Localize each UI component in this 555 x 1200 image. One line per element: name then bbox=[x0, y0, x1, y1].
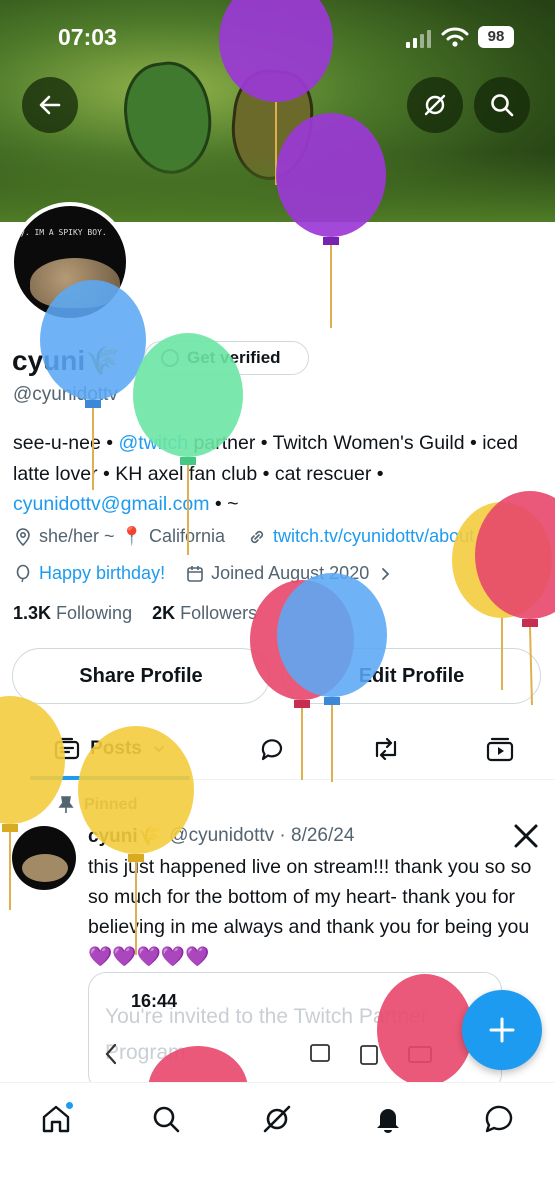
following-label: Following bbox=[56, 603, 133, 623]
compose-post-button[interactable] bbox=[462, 990, 542, 1070]
grok-button[interactable] bbox=[407, 77, 463, 133]
search-icon bbox=[153, 1106, 180, 1133]
repost-icon bbox=[375, 737, 397, 761]
reply-icon bbox=[261, 739, 283, 761]
name-row: cyuni🌾 bbox=[12, 340, 120, 380]
post-handle-date: @cyunidottv · 8/26/24 bbox=[169, 825, 355, 846]
wifi-icon bbox=[441, 27, 469, 47]
following-count: 1.3K bbox=[13, 603, 52, 623]
profile-tabs: Posts bbox=[0, 718, 555, 780]
link-icon bbox=[250, 530, 264, 543]
pinned-text: Pinned bbox=[84, 796, 138, 813]
battery-indicator: 98 bbox=[478, 26, 514, 48]
bio-text-1: see-u-nee • bbox=[13, 432, 119, 454]
avatar-caption: y. IM A SPIKY BOY. bbox=[20, 228, 107, 237]
location-pin-icon: 📍 bbox=[120, 526, 143, 546]
birthday-link[interactable]: Happy birthday! bbox=[39, 563, 165, 584]
bio-email-link[interactable]: cyunidottv@gmail.com bbox=[13, 493, 209, 515]
followers-count: 2K bbox=[152, 603, 176, 623]
edit-profile-button[interactable]: Edit Profile bbox=[282, 648, 541, 704]
post-media-embed[interactable]: You're invited to the Twitch Partner Pro… bbox=[88, 972, 502, 1092]
video-icon bbox=[486, 737, 514, 762]
status-bar: 07:03 98 bbox=[0, 20, 555, 54]
chevron-down-icon bbox=[153, 746, 164, 753]
joined-date: Joined August 2020 bbox=[211, 563, 370, 583]
tab-replies[interactable] bbox=[250, 718, 294, 780]
nav-messages[interactable] bbox=[479, 1099, 519, 1139]
embed-toolbar bbox=[105, 1043, 432, 1065]
search-button[interactable] bbox=[474, 77, 530, 133]
bell-icon bbox=[377, 1109, 399, 1133]
profile-bio: see-u-nee • @twitch partner • Twitch Wom… bbox=[13, 428, 543, 520]
location-text: California bbox=[148, 526, 226, 546]
arrow-left-icon bbox=[39, 95, 61, 115]
post-avatar[interactable] bbox=[12, 826, 76, 890]
hedgehog-thumbnail bbox=[22, 854, 68, 882]
message-icon bbox=[485, 1105, 513, 1133]
plus-icon bbox=[489, 1017, 515, 1043]
post-body: this just happened live on stream!!! tha… bbox=[88, 856, 532, 968]
nav-home[interactable] bbox=[36, 1099, 76, 1139]
embed-time: 16:44 bbox=[131, 991, 178, 1011]
hedgehog-image bbox=[30, 258, 120, 308]
pinned-label: Pinned bbox=[58, 796, 137, 814]
profile-meta-row: she/her ~ 📍 California twitch.tv/cyunido… bbox=[13, 526, 553, 547]
pin-icon bbox=[58, 796, 74, 813]
notification-dot bbox=[65, 1101, 74, 1110]
tab-videos[interactable] bbox=[478, 718, 522, 780]
followers-link[interactable]: 2K Followers bbox=[152, 603, 257, 623]
post-header: cyuni🌾 @cyunidottv · 8/26/24 bbox=[88, 824, 354, 848]
grok-icon bbox=[263, 1105, 291, 1133]
post-author-name[interactable]: cyuni🌾 bbox=[88, 824, 161, 848]
bio-text-3: • ~ bbox=[209, 493, 239, 515]
tab-reposts[interactable] bbox=[364, 718, 408, 780]
balloon-icon bbox=[16, 564, 30, 582]
bottom-tab-bar bbox=[0, 1082, 555, 1200]
profile-avatar[interactable]: y. IM A SPIKY BOY. bbox=[10, 202, 130, 322]
website-link[interactable]: twitch.tv/cyunidottv/about bbox=[273, 526, 474, 547]
posts-icon bbox=[55, 737, 80, 760]
x-logo-icon[interactable] bbox=[512, 822, 540, 850]
grok-icon bbox=[424, 94, 446, 116]
nav-search[interactable] bbox=[146, 1099, 186, 1139]
share-profile-button[interactable]: Share Profile bbox=[12, 648, 270, 704]
bio-mention-link[interactable]: @twitch bbox=[118, 432, 188, 454]
follow-counts: 1.3K Following 2K Followers bbox=[13, 603, 257, 624]
tab-posts[interactable]: Posts bbox=[30, 718, 190, 780]
profile-handle: @cyunidottv bbox=[13, 384, 118, 405]
pronouns-text: she/her ~ bbox=[39, 526, 115, 546]
signal-icon bbox=[406, 30, 431, 48]
status-time: 07:03 bbox=[58, 24, 117, 50]
calendar-icon bbox=[187, 565, 203, 582]
nav-notifications[interactable] bbox=[368, 1099, 408, 1139]
tab-posts-label: Posts bbox=[90, 738, 142, 759]
get-verified-button[interactable]: Get verified bbox=[144, 341, 309, 375]
user-pin-icon bbox=[16, 527, 30, 546]
nav-grok[interactable] bbox=[257, 1099, 297, 1139]
profile-meta-row-2: Happy birthday! Joined August 2020 bbox=[13, 563, 553, 584]
get-verified-label: Get verified bbox=[187, 348, 281, 367]
search-icon bbox=[491, 94, 514, 117]
active-tab-indicator bbox=[30, 776, 190, 780]
display-name: cyuni🌾 bbox=[12, 344, 120, 376]
verified-check-icon bbox=[161, 349, 179, 367]
chevron-right-icon[interactable] bbox=[375, 564, 395, 584]
following-link[interactable]: 1.3K Following bbox=[13, 603, 132, 623]
back-button[interactable] bbox=[22, 77, 78, 133]
followers-label: Followers bbox=[180, 603, 258, 623]
